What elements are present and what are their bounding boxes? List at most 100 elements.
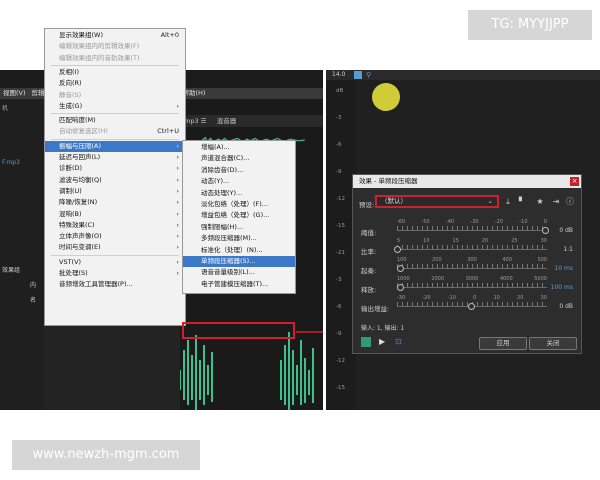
param-tick-label: 3000 (465, 276, 479, 282)
effects-menu-item[interactable]: 显示效果组(W) Alt+0 (45, 30, 185, 41)
tab-mixer[interactable]: 混音器 (213, 115, 241, 127)
param-tick-label: 4000 (499, 276, 513, 282)
effects-menu-item[interactable]: 诊断(D) › (45, 163, 185, 174)
slider-knob[interactable] (468, 303, 475, 310)
submenu-item[interactable]: 淡化包络（处理）(F)... (183, 199, 295, 210)
menu-item-accelerator: › (176, 186, 179, 195)
effects-menu-item[interactable]: 生成(G) › (45, 101, 185, 112)
submenu-item[interactable]: 消除齿音(D)... (183, 165, 295, 176)
menu-item-accelerator: › (176, 101, 179, 110)
chevron-down-icon: ⌄ (487, 197, 493, 205)
submenu-item[interactable]: 强制限幅(H)... (183, 222, 295, 233)
delete-icon[interactable]: ▘ (517, 197, 527, 207)
submenu-item[interactable]: 动态处理(Y)... (183, 188, 295, 199)
effects-menu-item[interactable]: 滤波与均衡(Q) › (45, 175, 185, 186)
dialog-titlebar: 效果 - 单频段压缩器 × (353, 175, 581, 188)
submenu-item[interactable]: 语音音量级别(L)... (183, 267, 295, 278)
submenu-item[interactable]: 增幅(A)... (183, 142, 295, 153)
param-slider[interactable] (397, 230, 547, 231)
db-tick-label: -6 (336, 142, 342, 148)
play-icon[interactable]: ▶ (379, 337, 385, 346)
menu-item-label: 滤波与均衡(Q) (59, 175, 102, 184)
effects-menu-item[interactable]: 立体声声像(O) › (45, 231, 185, 242)
download-icon[interactable]: ⤓ (503, 197, 513, 207)
submenu-item[interactable]: 电子管建模压缩器(T)... (183, 279, 295, 290)
file-item[interactable]: F.mp3 (2, 159, 20, 166)
param-slider[interactable] (397, 268, 547, 269)
effects-menu: 显示效果组(W) Alt+0 编辑效果组内的剪辑效果(F) 编辑效果组内的音轨效果(T… (44, 28, 186, 326)
menu-item[interactable]: 视图(V) (0, 88, 29, 99)
preset-dropdown[interactable]: （默认） ⌄ (375, 195, 499, 208)
db-tick-label: -12 (336, 196, 345, 202)
param-label: 比率: (361, 248, 377, 256)
effects-menu-item[interactable]: 振幅与压限(A) › (45, 140, 185, 152)
power-toggle[interactable] (361, 337, 371, 347)
effects-rack-label[interactable]: 效果组 (2, 265, 20, 274)
effects-menu-item: 编辑效果组内的音轨效果(T) (45, 53, 185, 64)
db-tick-label: -15 (336, 223, 345, 229)
param-value[interactable]: 0 dB (559, 303, 573, 310)
slider-knob[interactable] (394, 246, 401, 253)
menu-separator (51, 254, 179, 256)
effects-menu-item[interactable]: 特殊效果(C) › (45, 220, 185, 231)
menu-separator (51, 64, 179, 66)
editor-tabs: mp3 ☰ 混音器 (180, 115, 323, 127)
param-slider[interactable] (397, 287, 547, 288)
close-icon[interactable]: × (570, 177, 579, 186)
favorite-icon[interactable]: ★ (535, 197, 545, 207)
submenu-item[interactable]: 单频段压缩器(S)... (183, 256, 295, 268)
close-button[interactable]: 关闭 (529, 337, 577, 350)
slider-knob[interactable] (396, 265, 404, 272)
effects-menu-item[interactable]: 匹配响度(M) (45, 115, 185, 126)
submenu-item[interactable]: 动态(Y)... (183, 176, 295, 187)
param-value[interactable]: 100 ms (551, 284, 573, 291)
submenu-item-label: 强制限幅(H)... (201, 222, 244, 231)
menu-separator (51, 113, 179, 115)
param-tick-label: 0 (473, 295, 477, 301)
menu-item-label: 编辑效果组内的剪辑效果(F) (59, 42, 140, 51)
param-tick-label: -30 (470, 219, 479, 225)
pin-icon[interactable]: ⚲ (366, 71, 371, 79)
info-icon[interactable]: ⓘ (565, 197, 575, 207)
effects-menu-item[interactable]: 反向(R) (45, 78, 185, 89)
param-tick-label: 20 (517, 295, 524, 301)
slider-knob[interactable] (542, 227, 549, 234)
home-icon[interactable] (354, 71, 362, 79)
loop-icon[interactable]: ⊡ (395, 337, 405, 347)
submenu-item[interactable]: 多频段压缩器(M)... (183, 233, 295, 244)
highlight-box-single-band (182, 322, 295, 339)
apply-icon[interactable]: ⇥ (551, 197, 561, 207)
apply-button[interactable]: 应用 (479, 337, 527, 350)
menu-item-label: 延迟与回声(L) (59, 153, 101, 161)
effects-menu-item[interactable]: 反相(I) (45, 67, 185, 78)
param-tick-label: 500 (537, 257, 547, 263)
effects-menu-item[interactable]: 混响(B) › (45, 209, 185, 220)
effects-menu-item[interactable]: 批处理(S) › (45, 268, 185, 279)
submenu-item[interactable]: 标准化（处理）(N)... (183, 245, 295, 256)
effects-menu-item[interactable]: 降噪/恢复(N) › (45, 197, 185, 208)
menu-item-accelerator: Ctrl+U (157, 127, 179, 136)
effects-menu-item[interactable]: 时间与变调(E) › (45, 242, 185, 253)
param-slider[interactable] (397, 249, 547, 250)
param-tick-label: 5000 (534, 276, 547, 282)
menu-item-label: 混响(B) (59, 209, 82, 218)
submenu-item[interactable]: 增益包络（处理）(G)... (183, 210, 295, 221)
inner-label: 内 (30, 282, 37, 289)
param-value[interactable]: 10 ms (554, 265, 573, 272)
submenu-item-label: 声道混合器(C)... (201, 154, 250, 163)
effects-menu-item[interactable]: 延迟与回声(L) › (45, 152, 185, 163)
effects-menu-item[interactable]: VST(V) › (45, 257, 185, 268)
submenu-item-label: 单频段压缩器(S)... (201, 257, 256, 265)
submenu-item[interactable]: 声道混合器(C)... (183, 153, 295, 164)
param-tick-label: -40 (445, 219, 455, 225)
param-value[interactable]: 1:1 (563, 246, 573, 253)
param-scale: -60 -50 -40 -30 -20 -10 0 (397, 219, 547, 225)
menu-item-accelerator: › (176, 175, 179, 184)
menu-item-label: 匹配响度(M) (59, 116, 96, 125)
effects-menu-item[interactable]: 音频增效工具管理器(P)... (45, 279, 185, 290)
param-tick-label: 10 (423, 238, 430, 244)
param-value[interactable]: 0 dB (559, 227, 573, 234)
effects-menu-item: 自动修复选区(H) Ctrl+U (45, 126, 185, 137)
slider-knob[interactable] (396, 284, 404, 291)
effects-menu-item[interactable]: 调制(U) › (45, 186, 185, 197)
